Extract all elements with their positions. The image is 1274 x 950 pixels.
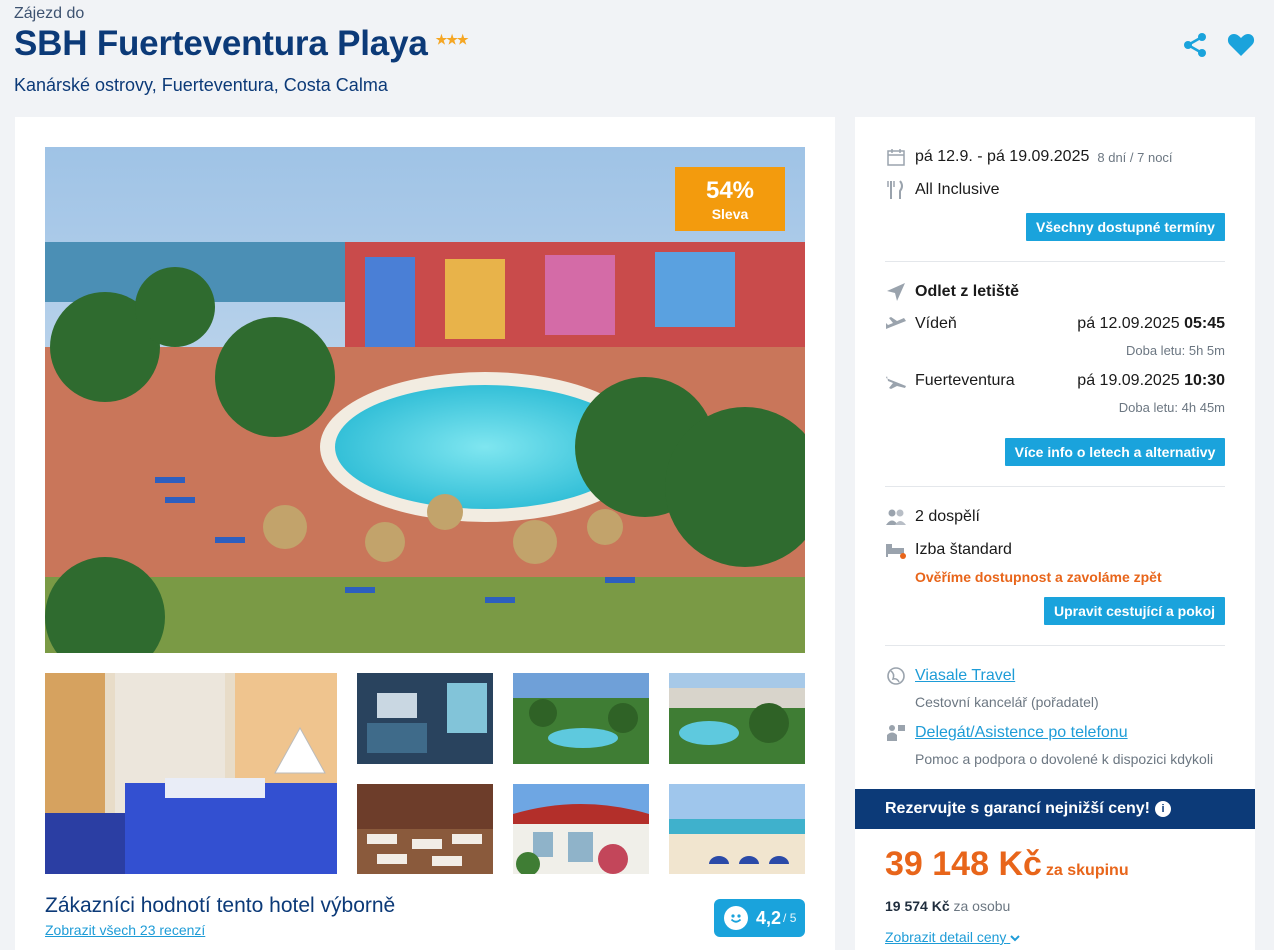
plane-landing-icon [885,372,907,390]
hotel-location: Kanárské ostrovy, Fuerteventura, Costa C… [14,75,388,95]
page-title: SBH Fuerteventura Playa [14,24,428,63]
bed-icon [885,541,907,559]
sale-badge: 54% Sleva [675,167,785,231]
page-subtitle: Zájezd do [14,5,85,22]
support-link[interactable]: Delegát/Asistence po telefonu [915,724,1128,742]
plane-takeoff-icon [885,315,907,333]
per-person-label: za osobu [953,898,1011,914]
rating-score: 4,2 [756,907,782,928]
price-detail-link[interactable]: Zobrazit detail ceny [885,929,1021,945]
outbound-row: Vídeň [885,315,957,333]
calendar-icon [885,147,907,167]
globe-icon [885,666,907,686]
rating-scale: / 5 [783,911,797,925]
thumbnail-room[interactable] [45,673,337,874]
divider [885,486,1225,487]
board-type: All Inclusive [915,181,1000,198]
chevron-down-icon [1010,929,1021,945]
all-dates-button[interactable]: Všechny dostupné termíny [1026,213,1225,241]
outbound-date: pá 12.09.2025 [1077,315,1180,332]
rating-title: Zákazníci hodnotí tento hotel výborně [45,894,396,917]
sale-label: Sleva [711,206,749,222]
gallery-panel: 54% Sleva Zákazníci hodnotí tento hotel … [15,117,835,950]
main-photo[interactable]: 54% Sleva [45,147,805,653]
inbound-time: 10:30 [1184,372,1225,389]
outbound-city: Vídeň [915,315,957,332]
share-icon[interactable] [1180,30,1210,60]
cutlery-icon [885,180,907,200]
price-guarantee-text: Rezervujte s garancí nejnižší ceny! [885,800,1150,817]
support-description: Pomoc a podpora o dovolené k dispozici k… [915,751,1214,767]
price-guarantee-banner: Rezervujte s garancí nejnižší ceny! i [855,789,1255,829]
per-person-row: 19 574 Kč za osobu [885,898,1010,914]
info-icon[interactable]: i [1155,801,1171,817]
people-icon [885,508,907,526]
thumbnail-pool[interactable] [669,673,805,764]
flights-info-button[interactable]: Více info o letech a alternativy [1005,438,1225,466]
agency-row: Viasale Travel [885,666,1015,686]
inbound-city: Fuerteventura [915,372,1015,389]
dates-row: pá 12.9. - pá 19.09.2025 8 dní / 7 nocí [885,147,1173,167]
board-row: All Inclusive [885,180,999,200]
departure-title: Odlet z letiště [915,283,1020,300]
thumbnail-entrance[interactable] [513,784,649,874]
travelers-row: 2 dospělí [885,508,980,526]
outbound-datetime: pá 12.09.2025 05:45 [1077,315,1225,333]
thumbnail-garden[interactable] [513,673,649,764]
price-unit: za skupinu [1045,862,1129,879]
price-detail-text: Zobrazit detail ceny [885,929,1007,945]
edit-travelers-button[interactable]: Upravit cestující a pokoj [1044,597,1225,625]
trip-dates: pá 12.9. - pá 19.09.2025 [915,148,1090,165]
total-price-row: 39 148 Kč za skupinu [885,845,1129,884]
inbound-date: pá 19.09.2025 [1077,372,1180,389]
sale-percent: 54% [705,177,755,204]
inbound-row: Fuerteventura [885,372,1015,390]
room-row: Izba štandard [885,541,1012,559]
smiley-icon [724,906,748,930]
departure-title-row: Odlet z letiště [885,282,1019,302]
support-icon [885,723,907,743]
per-person-price: 19 574 Kč [885,898,950,914]
support-row: Delegát/Asistence po telefonu [885,723,1128,743]
header-actions [1180,30,1256,60]
rating-score-badge[interactable]: 4,2 / 5 [714,899,805,937]
divider [885,261,1225,262]
divider [885,645,1225,646]
thumbnail-beach[interactable] [669,784,805,874]
navigation-icon [885,282,907,302]
star-rating: ★★★ [435,31,469,47]
agency-link[interactable]: Viasale Travel [915,667,1015,685]
inbound-duration: Doba letu: 4h 45m [1118,400,1225,415]
outbound-time: 05:45 [1184,315,1225,332]
booking-panel: pá 12.9. - pá 19.09.2025 8 dní / 7 nocí … [855,117,1255,950]
reviews-link[interactable]: Zobrazit všech 23 recenzí [45,922,205,938]
room-type: Izba štandard [915,541,1012,558]
inbound-datetime: pá 19.09.2025 10:30 [1077,372,1225,390]
hotel-title-row: SBH Fuerteventura Playa ★★★ [14,24,469,64]
total-price: 39 148 Kč [885,845,1042,883]
agency-description: Cestovní kancelář (pořadatel) [915,694,1099,710]
thumbnail-restaurant[interactable] [357,784,493,874]
heart-icon[interactable] [1226,30,1256,60]
travelers-count: 2 dospělí [915,508,980,525]
availability-note: Ověříme dostupnost a zavoláme zpět [915,569,1162,585]
outbound-duration: Doba letu: 5h 5m [1125,343,1225,358]
thumbnail-interior[interactable] [357,673,493,764]
trip-duration: 8 dní / 7 nocí [1097,149,1173,165]
